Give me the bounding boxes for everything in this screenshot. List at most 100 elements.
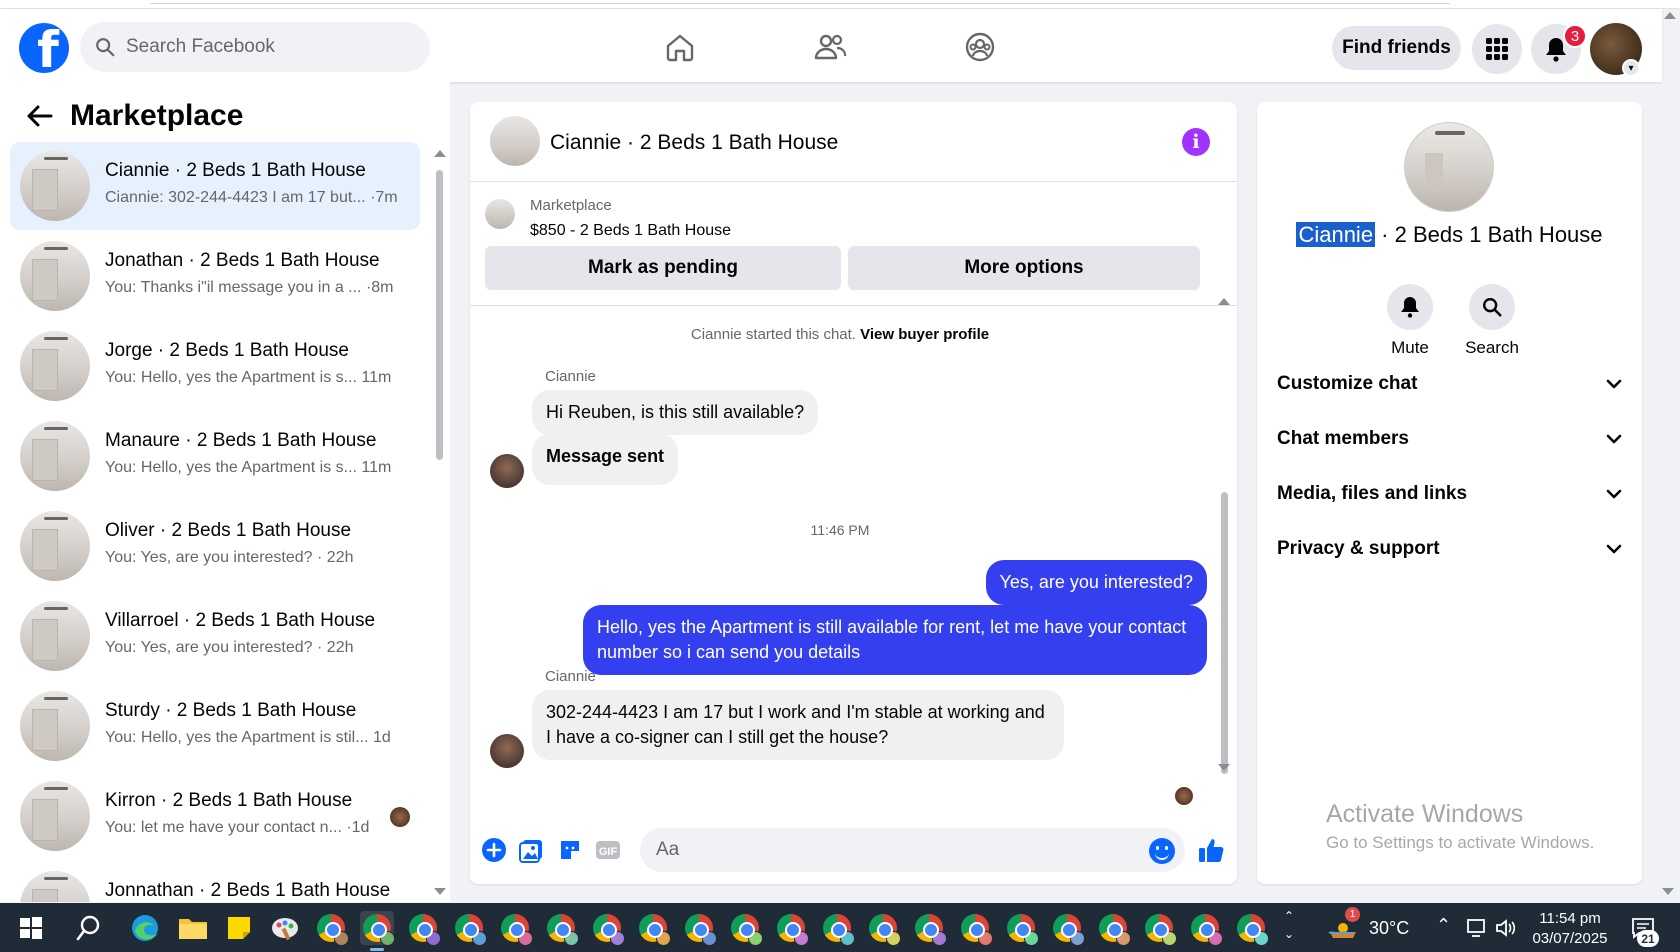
message-input-box[interactable] — [640, 828, 1185, 872]
scroll-up-arrow-icon[interactable] — [1218, 298, 1230, 305]
conversation-item-ciannie[interactable]: Ciannie · 2 Beds 1 Bath House Ciannie: 3… — [10, 142, 420, 230]
conversation-item-sturdy[interactable]: Sturdy · 2 Beds 1 Bath House You: Hello,… — [10, 682, 420, 770]
chrome-profile-icon[interactable] — [590, 911, 625, 946]
chrome-profile-icon[interactable] — [544, 911, 579, 946]
chrome-profile-icon[interactable] — [498, 911, 533, 946]
paint-app-icon[interactable] — [268, 911, 302, 945]
mute-action[interactable]: Mute — [1370, 284, 1450, 358]
listing-thumbnail[interactable] — [485, 199, 515, 229]
media-files-links-section[interactable]: Media, files and links — [1277, 474, 1622, 514]
conversation-item-oliver[interactable]: Oliver · 2 Beds 1 Bath House You: Yes, a… — [10, 502, 420, 590]
menu-grid-icon[interactable] — [1472, 24, 1522, 74]
search-action[interactable]: Search — [1452, 284, 1532, 358]
conversation-item-kirron[interactable]: Kirron · 2 Beds 1 Bath House You: let me… — [10, 772, 420, 860]
outgoing-message[interactable]: Yes, are you interested? — [985, 560, 1207, 605]
sidebar-title: Marketplace — [70, 99, 244, 132]
chrome-profile-icon[interactable] — [452, 911, 487, 946]
chrome-profile-icon[interactable] — [636, 911, 671, 946]
clock[interactable]: 11:54 pm 03/07/2025 — [1530, 909, 1610, 949]
volume-icon[interactable] — [1490, 911, 1524, 945]
scroll-up-arrow-icon[interactable] — [434, 150, 446, 157]
chrome-profile-icon[interactable] — [1004, 911, 1039, 946]
conversation-item-jorge[interactable]: Jorge · 2 Beds 1 Bath House You: Hello, … — [10, 322, 420, 410]
chrome-profile-icon[interactable] — [728, 911, 763, 946]
edge-browser-icon[interactable] — [128, 911, 162, 945]
privacy-support-section[interactable]: Privacy & support — [1277, 529, 1622, 569]
page-scroll-up-arrow-icon[interactable] — [1664, 12, 1676, 19]
chat-avatar[interactable] — [490, 116, 540, 166]
search-input[interactable] — [126, 36, 406, 58]
chrome-profile-icon[interactable] — [1142, 911, 1177, 946]
chrome-profile-icon[interactable] — [314, 911, 349, 946]
message-input[interactable] — [656, 839, 1116, 861]
listing-price-title[interactable]: $850 - 2 Beds 1 Bath House — [530, 222, 731, 240]
conversation-item-jonathan[interactable]: Jonathan · 2 Beds 1 Bath House You: Than… — [10, 232, 420, 320]
taskbar-overflow-arrows[interactable]: ⌃ ⌄ — [1284, 907, 1294, 943]
chevron-down-icon — [1606, 544, 1622, 554]
home-icon[interactable] — [660, 27, 700, 67]
incoming-message[interactable]: Hi Reuben, is this still available? — [532, 390, 819, 435]
scroll-down-arrow-icon[interactable] — [1218, 764, 1230, 771]
incoming-message[interactable]: 302-244-4423 I am 17 but I work and I'm … — [532, 690, 1064, 760]
chrome-profile-icon[interactable] — [774, 911, 809, 946]
emoji-icon[interactable] — [1149, 838, 1175, 864]
facebook-logo[interactable]: f — [19, 23, 69, 73]
chrome-profile-icon[interactable] — [1096, 911, 1131, 946]
chat-members-section[interactable]: Chat members — [1277, 419, 1622, 459]
windows-start-icon[interactable] — [14, 911, 48, 945]
conversation-item-jonnathan[interactable]: Jonnathan · 2 Beds 1 Bath House — [10, 862, 420, 902]
outgoing-message[interactable]: Hello, yes the Apartment is still availa… — [583, 605, 1207, 675]
conversation-preview: You: Hello, yes the Apartment is stil...… — [105, 729, 391, 746]
find-friends-button[interactable]: Find friends — [1332, 26, 1461, 70]
search-icon — [96, 38, 115, 57]
view-buyer-profile-link[interactable]: View buyer profile — [860, 326, 989, 343]
chat-scrollbar[interactable] — [1221, 492, 1228, 774]
more-options-button[interactable]: More options — [848, 246, 1200, 290]
bell-icon[interactable] — [1387, 284, 1433, 330]
chrome-profile-icon[interactable] — [958, 911, 993, 946]
search-box[interactable] — [80, 22, 430, 72]
add-plus-icon[interactable] — [480, 836, 508, 864]
back-arrow-icon[interactable] — [22, 98, 58, 134]
sticker-icon[interactable] — [556, 836, 584, 864]
system-tray-chevron-icon[interactable]: ⌃ — [1436, 915, 1451, 936]
chrome-profile-icon[interactable] — [1234, 911, 1269, 946]
scroll-down-arrow-icon[interactable] — [434, 888, 446, 895]
listing-thumbnail — [20, 241, 90, 311]
listing-avatar[interactable] — [1404, 122, 1494, 212]
conversation-preview: You: Yes, are you interested? · 22h — [105, 639, 354, 656]
windows-taskbar: ⌃ ⌄ 1 30°C ⌃ 11:54 pm 03/07/2025 21 — [0, 903, 1680, 952]
page-scroll-down-arrow-icon[interactable] — [1662, 888, 1674, 895]
account-chevron-icon[interactable]: ▾ — [1622, 59, 1640, 77]
mark-as-pending-button[interactable]: Mark as pending — [485, 246, 841, 290]
attach-photo-icon[interactable] — [518, 836, 546, 864]
search-icon[interactable] — [1469, 284, 1515, 330]
thumbs-up-icon[interactable] — [1197, 836, 1225, 864]
sender-avatar[interactable] — [490, 454, 524, 488]
file-explorer-icon[interactable] — [176, 911, 210, 945]
sticky-notes-icon[interactable] — [222, 911, 256, 945]
chat-title[interactable]: Ciannie · 2 Beds 1 Bath House — [550, 131, 838, 155]
conversation-item-manaure[interactable]: Manaure · 2 Beds 1 Bath House You: Hello… — [10, 412, 420, 500]
taskbar-search-icon[interactable] — [72, 911, 106, 945]
chrome-profile-icon[interactable] — [1188, 911, 1223, 946]
sidebar-scrollbar[interactable] — [436, 170, 443, 460]
chrome-profile-icon[interactable] — [820, 911, 855, 946]
chrome-profile-icon[interactable] — [912, 911, 947, 946]
incoming-message[interactable]: Message sent — [532, 434, 679, 485]
friends-icon[interactable] — [810, 27, 850, 67]
temperature[interactable]: 30°C — [1369, 918, 1409, 939]
chrome-profile-icon[interactable] — [1050, 911, 1085, 946]
chrome-profile-icon[interactable] — [682, 911, 717, 946]
chrome-profile-icon[interactable] — [406, 911, 441, 946]
chrome-profile-active-icon[interactable] — [360, 911, 395, 951]
customize-chat-section[interactable]: Customize chat — [1277, 364, 1622, 404]
sender-avatar[interactable] — [490, 734, 524, 768]
info-icon[interactable]: i — [1182, 128, 1210, 156]
sidebar-header: Marketplace — [22, 98, 243, 134]
groups-icon[interactable] — [960, 27, 1000, 67]
chrome-profile-icon[interactable] — [866, 911, 901, 946]
conversation-item-villarroel[interactable]: Villarroel · 2 Beds 1 Bath House You: Ye… — [10, 592, 420, 680]
gif-icon[interactable]: GIF — [594, 836, 622, 864]
network-icon[interactable] — [1460, 911, 1494, 945]
